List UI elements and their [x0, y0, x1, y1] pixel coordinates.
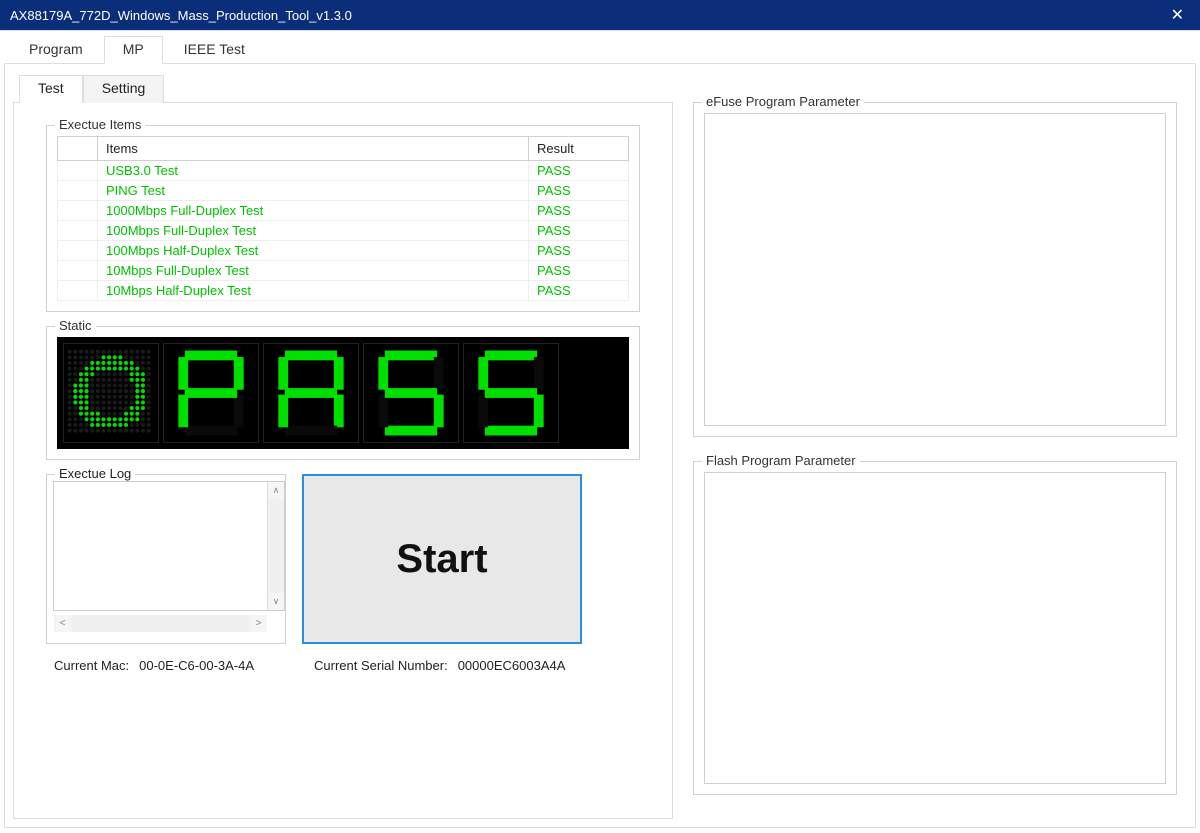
scroll-down-icon[interactable]: ∨: [268, 593, 284, 610]
status-circle-icon: [63, 343, 159, 443]
current-serial-value: 00000EC6003A4A: [458, 658, 566, 673]
group-static-legend: Static: [55, 318, 96, 333]
scroll-left-icon[interactable]: <: [54, 615, 71, 632]
title-bar: AX88179A_772D_Windows_Mass_Production_To…: [0, 0, 1200, 30]
efuse-content: [704, 113, 1166, 426]
horizontal-scrollbar[interactable]: < >: [54, 615, 267, 632]
vertical-scrollbar[interactable]: ∧ ∨: [267, 482, 284, 610]
item-name: 1000Mbps Full-Duplex Test: [98, 201, 529, 221]
pass-display: [57, 337, 629, 449]
top-tabpanel: Test Setting Exectue Items Items Result: [4, 64, 1196, 828]
table-row: 10Mbps Half-Duplex TestPASS: [58, 281, 629, 301]
pass-letter-1: [263, 343, 359, 443]
group-efuse: eFuse Program Parameter: [693, 102, 1177, 437]
item-result: PASS: [529, 281, 629, 301]
exec-log-textarea[interactable]: ∧ ∨ < >: [53, 481, 285, 611]
item-result: PASS: [529, 241, 629, 261]
pass-letter-2: [363, 343, 459, 443]
pass-letter-3: [463, 343, 559, 443]
tab-ieee-test[interactable]: IEEE Test: [165, 36, 264, 64]
left-column: Test Setting Exectue Items Items Result: [13, 72, 673, 819]
start-button[interactable]: Start: [302, 474, 582, 644]
item-name: 10Mbps Half-Duplex Test: [98, 281, 529, 301]
group-flash: Flash Program Parameter: [693, 461, 1177, 796]
item-result: PASS: [529, 261, 629, 281]
item-result: PASS: [529, 201, 629, 221]
group-exec-items-legend: Exectue Items: [55, 117, 145, 132]
item-result: PASS: [529, 221, 629, 241]
flash-content: [704, 472, 1166, 785]
col-items: Items: [98, 137, 529, 161]
client-area: Program MP IEEE Test Test Setting Exectu…: [0, 30, 1200, 833]
current-mac: Current Mac: 00-0E-C6-00-3A-4A: [54, 658, 254, 673]
item-name: 100Mbps Half-Duplex Test: [98, 241, 529, 261]
item-name: USB3.0 Test: [98, 161, 529, 181]
table-row: USB3.0 TestPASS: [58, 161, 629, 181]
window-title: AX88179A_772D_Windows_Mass_Production_To…: [10, 8, 352, 23]
group-flash-legend: Flash Program Parameter: [702, 453, 860, 468]
tab-mp[interactable]: MP: [104, 36, 163, 64]
tab-program[interactable]: Program: [10, 36, 102, 64]
log-start-row: Exectue Log ∧ ∨ < >: [46, 474, 660, 644]
table-row: 1000Mbps Full-Duplex TestPASS: [58, 201, 629, 221]
col-result: Result: [529, 137, 629, 161]
footer-info: Current Mac: 00-0E-C6-00-3A-4A Current S…: [54, 658, 660, 673]
current-serial: Current Serial Number: 00000EC6003A4A: [314, 658, 565, 673]
close-icon[interactable]: ✕: [1165, 5, 1190, 25]
item-name: 10Mbps Full-Duplex Test: [98, 261, 529, 281]
pass-letter-0: [163, 343, 259, 443]
top-tabstrip: Program MP IEEE Test: [4, 35, 1196, 64]
right-column: eFuse Program Parameter Flash Program Pa…: [693, 72, 1187, 819]
item-name: 100Mbps Full-Duplex Test: [98, 221, 529, 241]
item-result: PASS: [529, 161, 629, 181]
table-row: PING TestPASS: [58, 181, 629, 201]
group-exec-log-legend: Exectue Log: [55, 466, 135, 481]
group-exec-log: Exectue Log ∧ ∨ < >: [46, 474, 286, 644]
current-mac-value: 00-0E-C6-00-3A-4A: [139, 658, 254, 673]
item-name: PING Test: [98, 181, 529, 201]
group-exec-items: Exectue Items Items Result USB3.0 TestPA…: [46, 125, 640, 312]
table-row: 10Mbps Full-Duplex TestPASS: [58, 261, 629, 281]
inner-tabpanel: Exectue Items Items Result USB3.0 TestPA…: [13, 103, 673, 819]
scroll-right-icon[interactable]: >: [250, 615, 267, 632]
group-efuse-legend: eFuse Program Parameter: [702, 94, 864, 109]
inner-tabstrip: Test Setting: [13, 74, 673, 103]
table-row: 100Mbps Full-Duplex TestPASS: [58, 221, 629, 241]
table-row: 100Mbps Half-Duplex TestPASS: [58, 241, 629, 261]
item-result: PASS: [529, 181, 629, 201]
scroll-up-icon[interactable]: ∧: [268, 482, 284, 499]
current-serial-label: Current Serial Number:: [314, 658, 448, 673]
tab-setting[interactable]: Setting: [83, 75, 165, 103]
current-mac-label: Current Mac:: [54, 658, 129, 673]
tab-test[interactable]: Test: [19, 75, 83, 103]
group-static: Static: [46, 326, 640, 460]
exec-items-table: Items Result USB3.0 TestPASSPING TestPAS…: [57, 136, 629, 301]
